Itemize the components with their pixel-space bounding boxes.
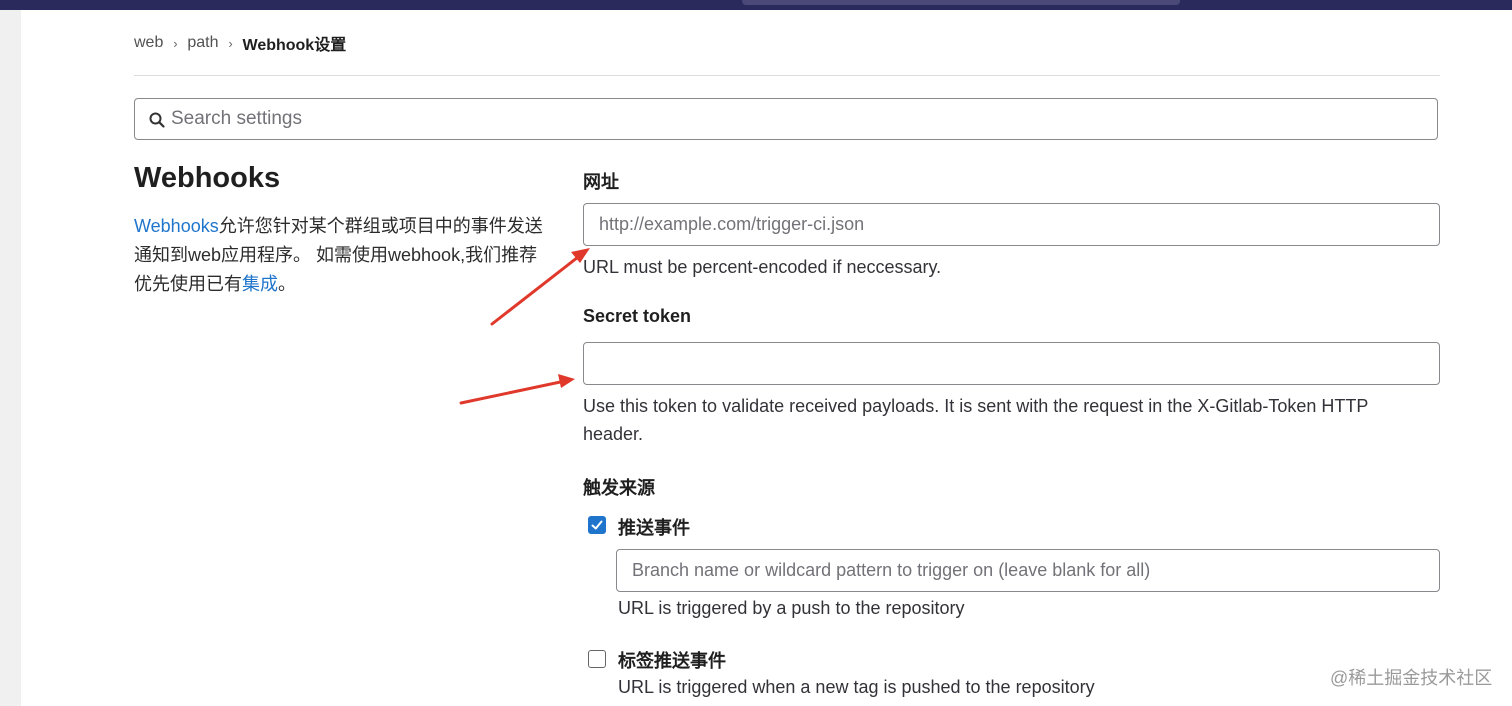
- push-events-checkbox[interactable]: [588, 516, 606, 534]
- section-description: Webhooks允许您针对某个群组或项目中的事件发送通知到web应用程序。 如需…: [134, 212, 544, 299]
- top-search-bar[interactable]: [742, 0, 1180, 5]
- tag-push-events-help-text: URL is triggered when a new tag is pushe…: [618, 677, 1095, 697]
- section-title: Webhooks: [134, 162, 281, 194]
- breadcrumb-item-path[interactable]: path: [187, 34, 218, 52]
- top-nav-bar: [0, 0, 1512, 10]
- url-label: 网址: [583, 172, 619, 192]
- secret-token-input[interactable]: [583, 342, 1440, 385]
- breadcrumb-item-web[interactable]: web: [134, 34, 163, 52]
- tag-push-events-checkbox[interactable]: [588, 650, 606, 668]
- branch-filter-input[interactable]: [616, 549, 1440, 592]
- arrow-icon: [459, 374, 575, 405]
- breadcrumb: web › path › Webhook设置: [134, 32, 346, 54]
- search-icon: [149, 112, 165, 128]
- search-settings-input[interactable]: [171, 99, 1371, 139]
- url-help-text: URL must be percent-encoded if neccessar…: [583, 257, 942, 277]
- checkmark-icon: [591, 520, 603, 530]
- webhooks-docs-link[interactable]: Webhooks: [134, 216, 219, 236]
- url-input[interactable]: [583, 203, 1440, 246]
- push-events-label[interactable]: 推送事件: [618, 514, 690, 540]
- breadcrumb-divider: [134, 75, 1440, 76]
- watermark: @稀土掘金技术社区: [1330, 668, 1493, 688]
- breadcrumb-current: Webhook设置: [242, 37, 347, 54]
- description-end: 。: [278, 274, 296, 294]
- chevron-right-icon: ›: [173, 35, 178, 51]
- push-events-help-text: URL is triggered by a push to the reposi…: [618, 598, 965, 618]
- sidebar-edge: [0, 10, 21, 706]
- tag-push-events-label[interactable]: 标签推送事件: [618, 647, 726, 673]
- secret-token-help-text: Use this token to validate received payl…: [583, 396, 1369, 444]
- search-settings-box: [134, 98, 1438, 140]
- trigger-heading: 触发来源: [583, 478, 655, 498]
- integrations-link[interactable]: 集成: [242, 274, 278, 294]
- secret-token-label: Secret token: [583, 306, 692, 326]
- chevron-right-icon: ›: [228, 35, 233, 51]
